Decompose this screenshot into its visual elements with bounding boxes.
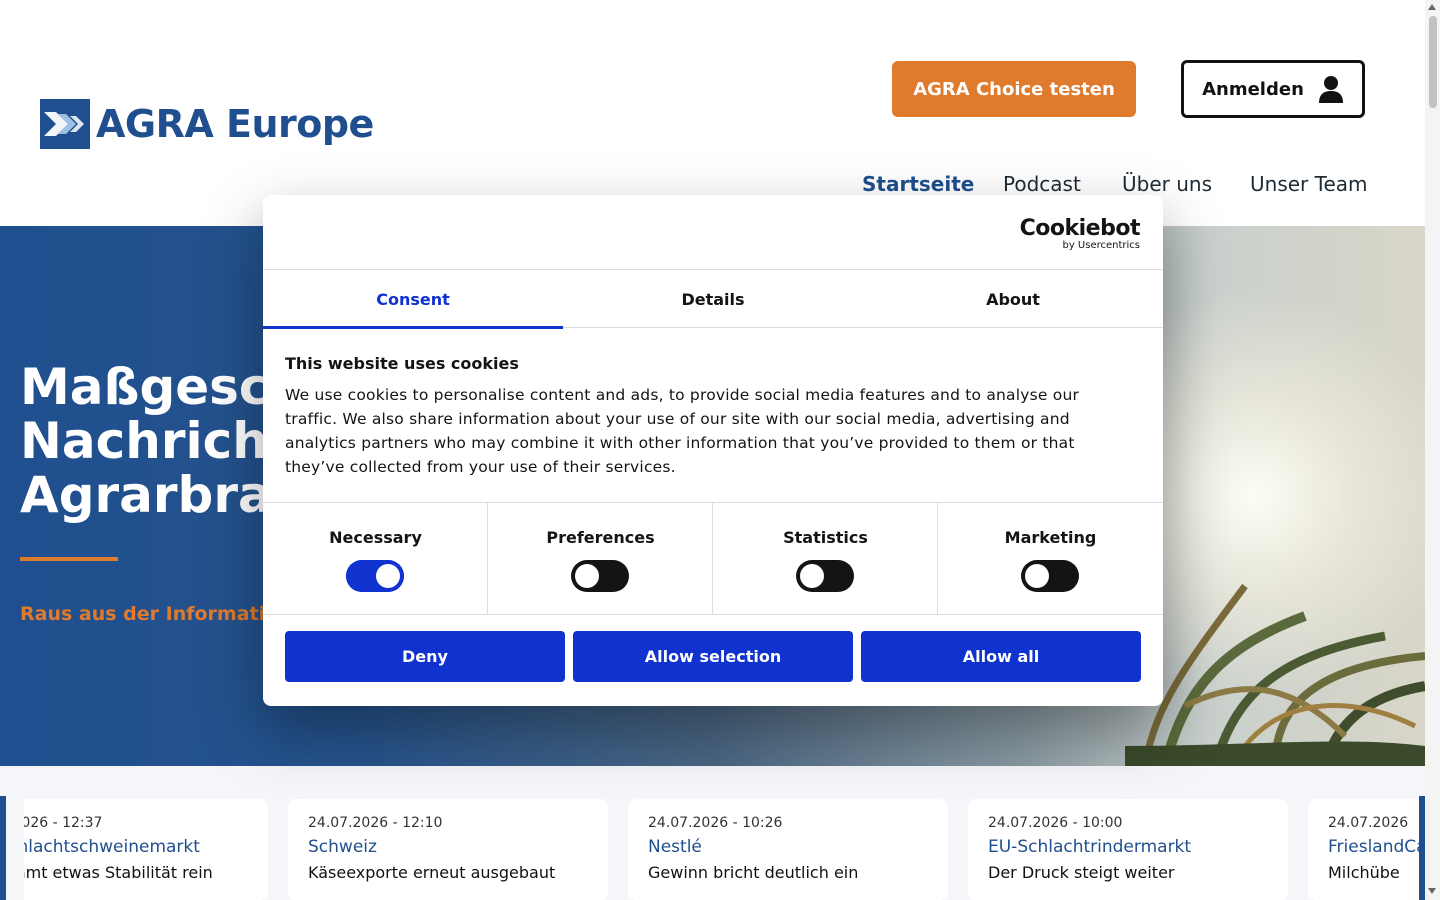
toggle-preferences-group: Preferences (488, 503, 713, 615)
tab-about[interactable]: About (863, 270, 1163, 328)
nav-podcast[interactable]: Podcast (1003, 172, 1081, 196)
ticker-left-edge (0, 796, 6, 900)
scroll-up-arrow-icon[interactable] (1428, 4, 1436, 10)
news-date: 24.07.2026 - 10:00 (988, 815, 1123, 831)
cookie-category-toggles: Necessary Preferences Statistics Marketi… (263, 502, 1163, 615)
toggle-statistics-group: Statistics (713, 503, 938, 615)
tab-consent[interactable]: Consent (263, 270, 563, 329)
news-headline[interactable]: Gewinn bricht deutlich ein (648, 863, 928, 882)
toggle-knob (1025, 564, 1049, 588)
agra-choice-trial-button[interactable]: AGRA Choice testen (892, 61, 1136, 117)
cookie-dialog-text: We use cookies to personalise content an… (285, 386, 1080, 476)
news-card[interactable]: 24.07.2026 - 12:37 EU-Schlachtschweinema… (0, 799, 268, 900)
cookie-dialog-header: Cookiebot by Usercentrics (263, 195, 1163, 270)
news-ticker: 24.07.2026 - 12:37 EU-Schlachtschweinema… (0, 766, 1425, 900)
ticker-fade (6, 799, 24, 900)
necessary-toggle[interactable] (346, 560, 404, 592)
news-card[interactable]: 24.07.2026 - 10:00 EU-Schlachtrindermark… (968, 799, 1288, 900)
news-headline[interactable]: Der Druck steigt weiter (988, 863, 1268, 882)
toggle-knob (800, 564, 824, 588)
nav-ueber-uns[interactable]: Über uns (1122, 172, 1212, 196)
page: AGRA Europe AGRA Choice testen Anmelden … (0, 0, 1440, 900)
allow-all-button[interactable]: Allow all (861, 631, 1141, 682)
site-logo[interactable]: AGRA Europe (40, 99, 374, 149)
login-button[interactable]: Anmelden (1181, 60, 1365, 118)
news-category[interactable]: Schweiz (308, 837, 588, 857)
news-card[interactable]: 24.07.2026 - 10:26 Nestlé Gewinn bricht … (628, 799, 948, 900)
scroll-thumb[interactable] (1429, 16, 1437, 108)
nav-startseite[interactable]: Startseite (862, 172, 974, 196)
toggle-necessary-group: Necessary (263, 503, 488, 615)
user-icon (1318, 75, 1344, 103)
cookiebot-name: Cookiebot (1019, 216, 1141, 241)
news-category[interactable]: EU-Schlachtschweinemarkt (0, 837, 248, 857)
toggle-label: Marketing (1004, 528, 1097, 547)
hero-subtitle: Raus aus der Informatio (20, 603, 279, 625)
cookie-tabs: Consent Details About (263, 270, 1163, 329)
news-category[interactable]: Nestlé (648, 837, 928, 857)
news-headline[interactable]: Es kommt etwas Stabilität rein (0, 863, 248, 882)
cookie-consent-dialog: Cookiebot by Usercentrics Consent Detail… (263, 195, 1163, 706)
toggle-knob (376, 564, 400, 588)
logo-text: AGRA Europe (96, 102, 374, 146)
cookiebot-byline: by Usercentrics (1062, 240, 1140, 251)
site-header: AGRA Europe AGRA Choice testen Anmelden … (0, 0, 1425, 226)
logo-chevrons-icon (40, 99, 90, 149)
news-card[interactable]: 24.07.2026 FrieslandCampina Milchübe (1308, 799, 1425, 900)
news-date: 24.07.2026 - 12:37 (0, 815, 103, 831)
toggle-label: Statistics (783, 528, 868, 547)
login-button-label: Anmelden (1202, 78, 1304, 100)
cookiebot-logo[interactable]: Cookiebot by Usercentrics (1019, 216, 1141, 251)
cookie-actions: Deny Allow selection Allow all (285, 631, 1141, 682)
preferences-toggle[interactable] (571, 560, 629, 592)
deny-button[interactable]: Deny (285, 631, 565, 682)
toggle-knob (575, 564, 599, 588)
toggle-label: Necessary (329, 528, 422, 547)
news-date: 24.07.2026 - 12:10 (308, 815, 443, 831)
scroll-down-arrow-icon[interactable] (1428, 888, 1436, 894)
news-card[interactable]: 24.07.2026 - 12:10 Schweiz Käseexporte e… (288, 799, 608, 900)
toggle-label: Preferences (546, 528, 655, 547)
news-date: 24.07.2026 (1328, 815, 1409, 831)
news-category[interactable]: FrieslandCampina (1328, 837, 1425, 857)
allow-selection-button[interactable]: Allow selection (573, 631, 853, 682)
marketing-toggle[interactable] (1021, 560, 1079, 592)
corn-plants-image (1125, 583, 1425, 766)
news-category[interactable]: EU-Schlachtrindermarkt (988, 837, 1268, 857)
toggle-marketing-group: Marketing (938, 503, 1163, 615)
news-headline[interactable]: Milchübe (1328, 863, 1425, 882)
nav-unser-team[interactable]: Unser Team (1250, 172, 1367, 196)
hero-divider (20, 557, 118, 561)
news-date: 24.07.2026 - 10:26 (648, 815, 783, 831)
statistics-toggle[interactable] (796, 560, 854, 592)
news-headline[interactable]: Käseexporte erneut ausgebaut (308, 863, 588, 882)
tab-details[interactable]: Details (563, 270, 863, 328)
page-scrollbar[interactable] (1425, 0, 1440, 900)
cookie-dialog-title: This website uses cookies (285, 354, 519, 373)
